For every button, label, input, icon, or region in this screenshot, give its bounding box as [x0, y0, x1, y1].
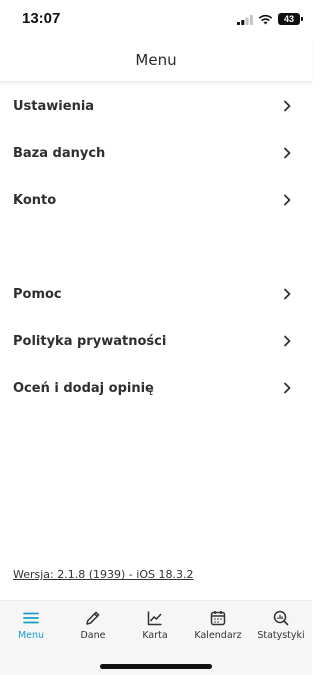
list-icon	[23, 612, 39, 624]
tab-label: Kalendarz	[194, 630, 242, 641]
menu-item-ustawienia[interactable]: Ustawienia	[0, 83, 312, 129]
navigation-header: Menu	[0, 40, 312, 82]
version-link[interactable]: Wersja: 2.1.8 (1939) - iOS 18.3.2	[13, 568, 193, 581]
chevron-right-icon	[284, 382, 291, 394]
calendar-icon	[210, 611, 226, 626]
page-title: Menu	[135, 51, 177, 69]
tab-statystyki[interactable]: Statystyki	[250, 601, 312, 647]
tab-label: Menu	[17, 630, 45, 641]
chevron-right-icon	[284, 335, 291, 347]
menu-item-pomoc[interactable]: Pomoc	[0, 271, 312, 317]
status-icons: 43	[237, 12, 303, 26]
tab-dane[interactable]: Dane	[62, 601, 124, 647]
home-indicator	[100, 664, 212, 669]
menu-item-label: Konto	[13, 192, 57, 208]
app-screen: 13:07 43 Menu Ustawienia Baza danych Kon…	[0, 0, 312, 675]
menu-item-label: Pomoc	[13, 286, 62, 302]
chevron-right-icon	[284, 147, 291, 159]
tab-label: Statystyki	[257, 630, 305, 641]
chart-line-icon	[147, 611, 162, 626]
chevron-right-icon	[284, 288, 291, 300]
chevron-right-icon	[284, 194, 291, 206]
status-time: 13:07	[22, 10, 61, 27]
menu-item-label: Polityka prywatności	[13, 333, 167, 349]
signal-icon	[237, 14, 253, 25]
battery-icon: 43	[278, 13, 303, 25]
menu-item-label: Baza danych	[13, 145, 106, 161]
tab-bar: Menu Dane Karta Kalendarz Statystyki	[0, 600, 312, 675]
status-bar: 13:07 43	[0, 0, 312, 40]
wifi-icon	[258, 14, 273, 24]
menu-item-ocen-i-dodaj-opinie[interactable]: Oceń i dodaj opinię	[0, 365, 312, 411]
tab-kalendarz[interactable]: Kalendarz	[187, 601, 249, 647]
menu-item-polityka-prywatnosci[interactable]: Polityka prywatności	[0, 318, 312, 364]
menu-item-konto[interactable]: Konto	[0, 177, 312, 223]
menu-item-label: Ustawienia	[13, 98, 95, 114]
tab-label: Dane	[80, 630, 106, 641]
menu-item-baza-danych[interactable]: Baza danych	[0, 130, 312, 176]
stats-icon	[273, 610, 289, 626]
tab-label: Karta	[142, 630, 168, 641]
chevron-right-icon	[284, 100, 291, 112]
tab-karta[interactable]: Karta	[124, 601, 186, 647]
tab-menu[interactable]: Menu	[0, 601, 62, 647]
pencil-icon	[86, 611, 100, 625]
menu-item-label: Oceń i dodaj opinię	[13, 380, 154, 396]
